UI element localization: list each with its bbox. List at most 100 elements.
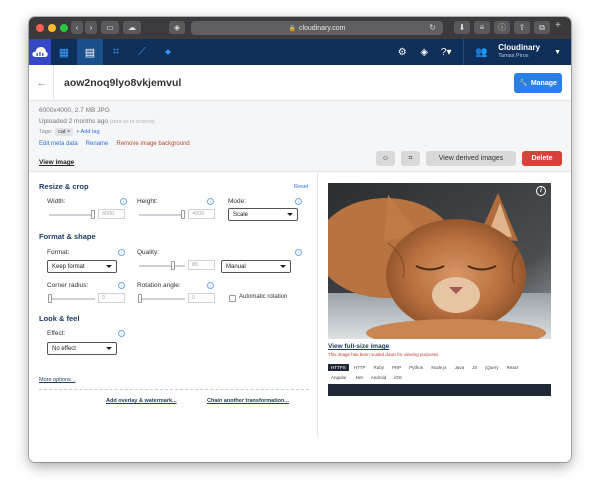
auto-rotation-label: Automatic rotation: [239, 294, 288, 300]
effect-select[interactable]: No effect: [47, 342, 117, 355]
code-tab-js[interactable]: JS: [469, 364, 480, 371]
chevron-down-icon[interactable]: ▼: [554, 49, 561, 56]
asset-dimensions: 6000x4000, 2.7 MB JPG: [39, 107, 110, 114]
shield-icon[interactable]: ◈: [169, 21, 185, 34]
remove-tag-icon[interactable]: ×: [67, 129, 70, 135]
format-select[interactable]: Keep format: [47, 260, 117, 273]
download-icon[interactable]: ⬇: [454, 21, 470, 34]
code-tab-ios[interactable]: iOS: [391, 374, 405, 381]
width-label: Width:: [47, 198, 66, 205]
remove-background-link[interactable]: Remove image background: [116, 141, 189, 147]
edit-meta-link[interactable]: Edit meta data: [39, 141, 78, 147]
forward-icon[interactable]: ›: [85, 21, 97, 34]
effect-info-icon[interactable]: i: [118, 330, 125, 337]
code-tab-angular[interactable]: Angular: [328, 374, 350, 381]
cloud-icon[interactable]: ☁: [123, 21, 141, 34]
quality-info-icon[interactable]: i: [295, 249, 302, 256]
code-tab-android[interactable]: Android: [368, 374, 390, 381]
zoom-window-button[interactable]: [60, 24, 68, 32]
code-tab-ruby[interactable]: Ruby: [371, 364, 388, 371]
add-overlay-link[interactable]: Add overlay & watermark...: [106, 398, 177, 404]
wrench-icon: 🔧: [519, 80, 528, 87]
code-tabs: HTTPS HTTP Ruby PHP Python Node.js Java JS jQuer…: [328, 362, 549, 382]
auto-rotation-checkbox[interactable]: [229, 295, 236, 302]
share-icon[interactable]: ⇪: [514, 21, 530, 34]
addons-icon[interactable]: ✦: [155, 39, 181, 65]
rotation-input[interactable]: 0: [188, 293, 215, 303]
help-icon[interactable]: ?▾: [435, 47, 457, 58]
face-detect-icon[interactable]: ☺: [376, 151, 395, 166]
info-icon[interactable]: ⓘ: [494, 21, 510, 34]
width-info-icon[interactable]: i: [120, 198, 127, 205]
settings-gear-icon[interactable]: ⚙: [391, 47, 413, 58]
view-image-link[interactable]: View image: [39, 159, 74, 166]
quality-mode-select[interactable]: Manual: [221, 260, 291, 273]
corner-radius-slider[interactable]: [48, 294, 95, 303]
address-bar[interactable]: 🔒 cloudinary.com ↻: [191, 21, 443, 35]
delete-button[interactable]: Delete: [522, 151, 562, 166]
back-arrow-icon[interactable]: ←: [31, 77, 53, 89]
mode-select[interactable]: Scale: [228, 208, 298, 221]
code-tab-jquery[interactable]: jQuery: [482, 364, 501, 371]
corner-slider-handle[interactable]: [48, 294, 52, 303]
manage-button[interactable]: 🔧 Manage: [514, 73, 562, 93]
quality-input[interactable]: 80: [188, 260, 215, 270]
cloudinary-logo-icon[interactable]: [29, 39, 51, 65]
view-derived-button[interactable]: View derived images: [426, 151, 516, 166]
code-tab-http[interactable]: HTTP: [351, 364, 369, 371]
code-tab-node-js[interactable]: Node.js: [428, 364, 449, 371]
close-window-button[interactable]: [36, 24, 44, 32]
users-icon[interactable]: 👥: [470, 47, 492, 58]
corner-info-icon[interactable]: i: [118, 282, 125, 289]
sidebar-icon[interactable]: ▭: [101, 21, 119, 34]
code-snippet-bar[interactable]: [328, 384, 551, 396]
account-menu[interactable]: Cloudinary Tamas Piros: [498, 44, 540, 60]
new-tab-icon[interactable]: +: [555, 20, 561, 31]
dashboard-icon[interactable]: ▦: [51, 39, 77, 65]
quality-slider[interactable]: [139, 261, 185, 270]
width-input[interactable]: 6000: [98, 209, 125, 219]
format-info-icon[interactable]: i: [118, 249, 125, 256]
rotation-info-icon[interactable]: i: [207, 282, 214, 289]
code-tab-php[interactable]: PHP: [389, 364, 404, 371]
tabs-icon[interactable]: ⧉: [534, 21, 550, 34]
meta-links: Edit meta data Rename Remove image backg…: [39, 141, 190, 147]
rename-link[interactable]: Rename: [86, 141, 109, 147]
mode-info-icon[interactable]: i: [295, 198, 302, 205]
layers-icon[interactable]: ◈: [413, 47, 435, 58]
reports-icon[interactable]: ⟋: [129, 39, 155, 65]
crop-icon[interactable]: ⌗: [401, 151, 420, 166]
rotation-slider-handle[interactable]: [138, 294, 142, 303]
code-tab-react[interactable]: React: [504, 364, 522, 371]
width-slider[interactable]: [49, 210, 95, 219]
quality-slider-handle[interactable]: [171, 261, 175, 270]
reader-icon[interactable]: ≡: [474, 21, 490, 34]
code-tab-java[interactable]: Java: [452, 364, 468, 371]
more-options-link[interactable]: More options...: [39, 377, 75, 383]
height-info-icon[interactable]: i: [207, 198, 214, 205]
back-icon[interactable]: ‹: [71, 21, 83, 34]
code-tab-https[interactable]: HTTPS: [328, 363, 349, 371]
view-full-size-link[interactable]: View full-size image: [328, 343, 389, 350]
corner-radius-input[interactable]: 0: [98, 293, 125, 303]
panel-divider: [317, 172, 318, 437]
media-library-icon[interactable]: ▤: [77, 39, 103, 65]
height-slider-handle[interactable]: [181, 210, 185, 219]
image-info-icon[interactable]: i: [536, 186, 546, 196]
transformations-icon[interactable]: ⌗: [103, 39, 129, 65]
rotation-slider[interactable]: [138, 294, 185, 303]
height-slider[interactable]: [139, 210, 185, 219]
effect-value: No effect: [52, 345, 76, 352]
width-slider-handle[interactable]: [91, 210, 95, 219]
reload-icon[interactable]: ↻: [429, 23, 436, 32]
chain-transformation-link[interactable]: Chain another transformation...: [207, 398, 289, 404]
tag-chip[interactable]: cat ×: [55, 128, 74, 136]
format-value: Keep format: [52, 263, 85, 270]
code-tab-python[interactable]: Python: [406, 364, 426, 371]
preview-image[interactable]: i: [328, 183, 551, 339]
code-tab--net[interactable]: .Net: [352, 374, 366, 381]
height-input[interactable]: 4000: [188, 209, 215, 219]
minimize-window-button[interactable]: [48, 24, 56, 32]
reset-link[interactable]: Reset: [294, 184, 308, 190]
add-tag-link[interactable]: + Add tag: [76, 129, 99, 135]
